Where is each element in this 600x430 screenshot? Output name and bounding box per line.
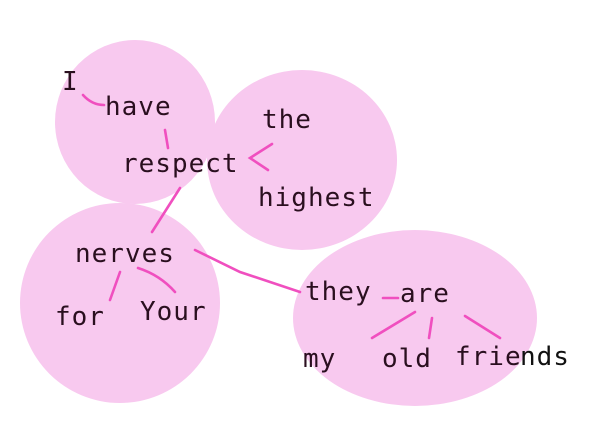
word-my: my [303,344,336,374]
word-old: old [382,344,432,374]
word-are: are [400,279,450,309]
word-i: I [62,67,79,97]
word-the: the [262,105,312,135]
bubble-they-are-friends [293,230,537,406]
word-highest: highest [258,183,375,213]
dependency-diagram: I have respect the highest nerves for Yo… [0,0,600,430]
word-friends-tail: nds [520,342,570,372]
word-friends-main: frie [455,342,522,372]
word-your: Your [140,297,207,327]
word-respect: respect [122,149,239,179]
bubble-i-have-respect [55,40,215,204]
word-for: for [55,302,105,332]
word-nerves: nerves [75,239,175,269]
word-they: they [305,277,372,307]
word-have: have [105,92,172,122]
